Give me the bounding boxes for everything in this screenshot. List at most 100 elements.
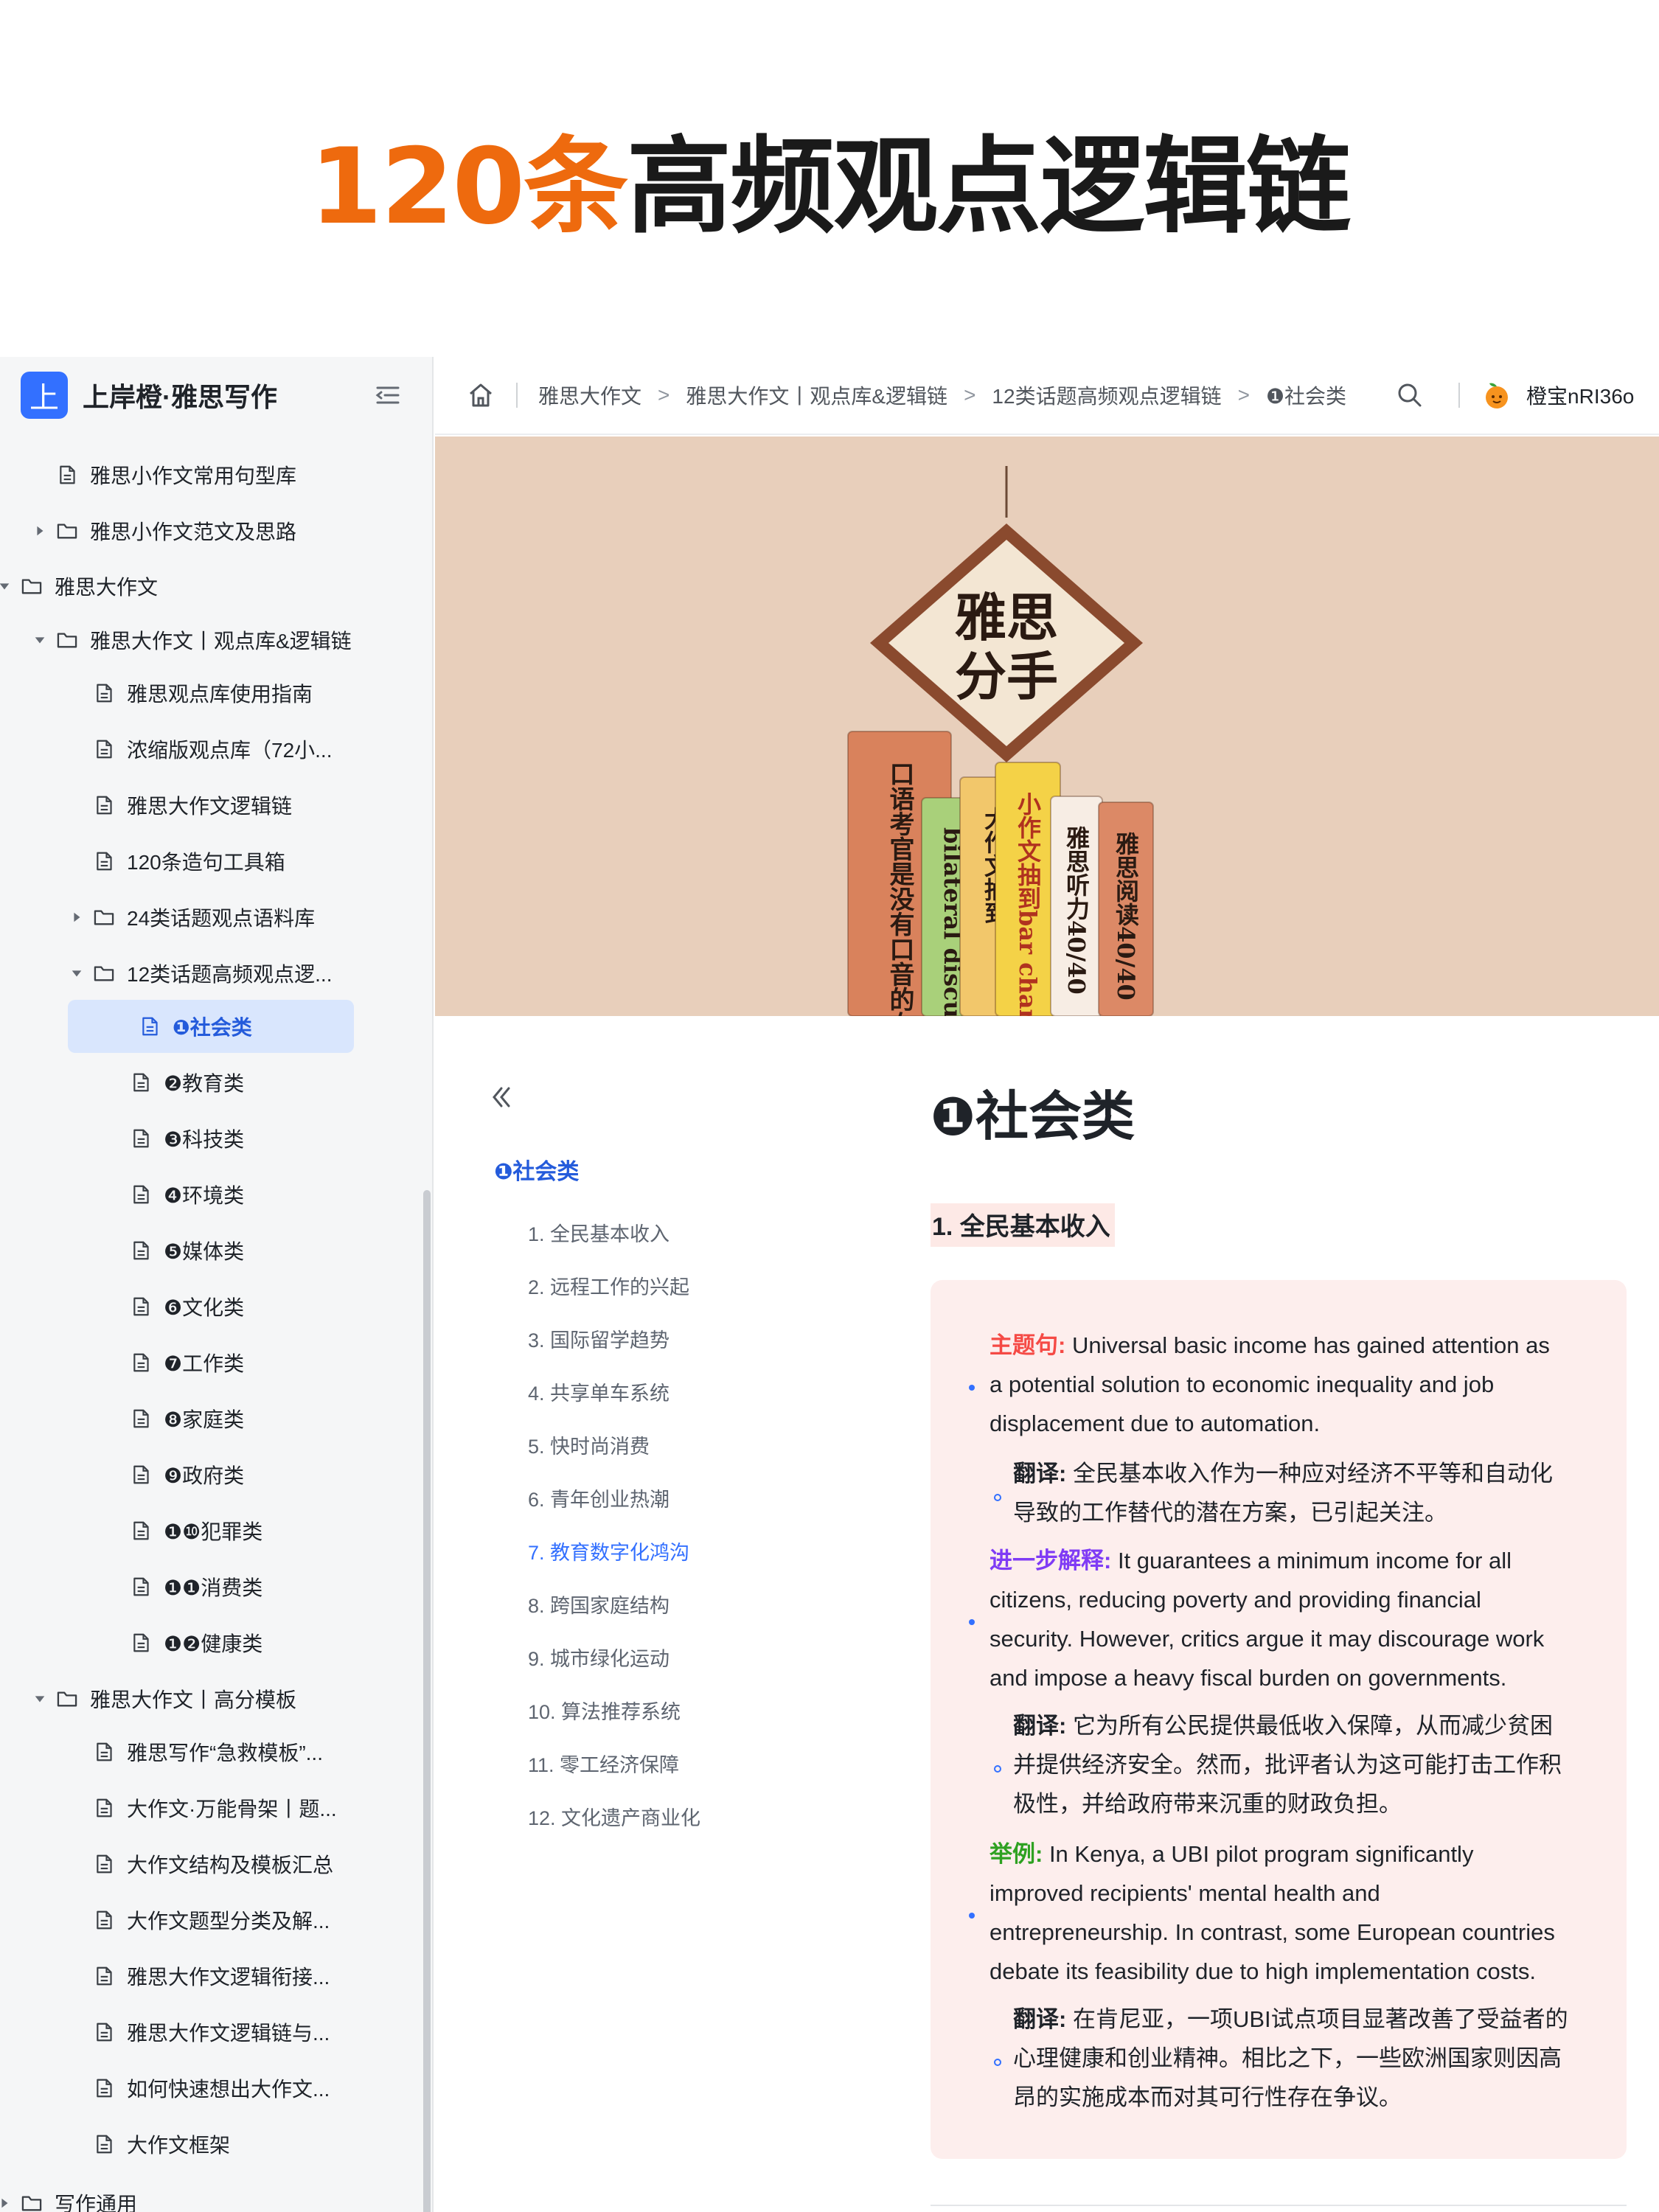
collapse-toc-icon[interactable] bbox=[488, 1084, 515, 1110]
sidebar-doc-item[interactable]: ❽家庭类 bbox=[130, 1398, 244, 1439]
toc-item[interactable]: 7. 教育数字化鸿沟 bbox=[528, 1537, 689, 1565]
toc-item[interactable]: 9. 城市绿化运动 bbox=[528, 1643, 669, 1672]
text: 在肯尼亚，一项UBI试点项目显著改善了受益者的 bbox=[1066, 2006, 1568, 2032]
toc-item[interactable]: 10. 算法推荐系统 bbox=[528, 1696, 681, 1725]
explanation-label: 进一步解释: bbox=[990, 1548, 1112, 1573]
sidebar-doc-item[interactable]: ❻文化类 bbox=[130, 1286, 244, 1327]
chevron-down-icon[interactable] bbox=[29, 630, 50, 650]
chevron-down-icon[interactable] bbox=[66, 963, 87, 984]
breadcrumb-separator: > bbox=[1237, 383, 1250, 406]
toc-item[interactable]: 5. 快时尚消费 bbox=[528, 1430, 650, 1459]
sidebar-doc-item[interactable]: 大作文结构及模板汇总 bbox=[93, 1843, 333, 1885]
sidebar-doc-item[interactable]: 雅思大作文逻辑链与... bbox=[93, 2011, 330, 2053]
search-icon[interactable] bbox=[1395, 380, 1425, 410]
list-bullet bbox=[994, 1494, 1001, 1501]
sidebar-folder-item[interactable]: 雅思大作文丨高分模板 bbox=[29, 1678, 296, 1719]
chevron-right-icon[interactable] bbox=[66, 907, 87, 928]
sidebar-doc-item[interactable]: ❼工作类 bbox=[130, 1342, 244, 1383]
sidebar-doc-item[interactable]: 浓缩版观点库（72小... bbox=[93, 728, 332, 770]
document-icon bbox=[93, 681, 115, 705]
document-icon bbox=[130, 1239, 152, 1262]
toc-heading[interactable]: ❶社会类 bbox=[494, 1153, 579, 1186]
sidebar-doc-item[interactable]: 雅思小作文常用句型库 bbox=[56, 454, 296, 495]
chevron-down-icon[interactable] bbox=[0, 576, 15, 597]
breadcrumb-separator: > bbox=[964, 383, 976, 406]
sidebar-doc-item[interactable]: 120条造句工具箱 bbox=[93, 841, 285, 882]
chevron-right-icon[interactable] bbox=[0, 2193, 15, 2212]
toc-item[interactable]: 8. 跨国家庭结构 bbox=[528, 1590, 669, 1618]
sidebar-doc-item[interactable]: ❾政府类 bbox=[130, 1454, 244, 1495]
sidebar-item-label: ❸科技类 bbox=[164, 1128, 245, 1151]
text: 全民基本收入作为一种应对经济不平等和自动化 bbox=[1066, 1461, 1553, 1486]
breadcrumb-item-current[interactable]: ❶社会类 bbox=[1266, 380, 1346, 410]
document-icon bbox=[93, 1796, 115, 1820]
space-logo[interactable]: 上 bbox=[21, 372, 68, 419]
chevron-down-icon[interactable] bbox=[29, 1688, 50, 1709]
sidebar-doc-item[interactable]: 雅思大作文逻辑链 bbox=[93, 785, 292, 826]
text: security. However, critics argue it may … bbox=[990, 1626, 1545, 1652]
document-icon bbox=[93, 1852, 115, 1876]
space-title[interactable]: 上岸橙·雅思写作 bbox=[83, 376, 277, 414]
toc-item[interactable]: 1. 全民基本收入 bbox=[528, 1218, 669, 1247]
sidebar-doc-item[interactable]: 雅思观点库使用指南 bbox=[93, 672, 313, 714]
text: and impose a heavy fiscal burden on gove… bbox=[990, 1665, 1507, 1691]
breadcrumb-item[interactable]: 雅思大作文丨观点库&逻辑链 bbox=[686, 380, 947, 410]
example-label: 举例: bbox=[990, 1841, 1043, 1867]
collapse-sidebar-icon[interactable] bbox=[373, 380, 403, 410]
toc-item[interactable]: 2. 远程工作的兴起 bbox=[528, 1271, 689, 1300]
sidebar-doc-item[interactable]: ❶❿犯罪类 bbox=[130, 1510, 262, 1551]
toc-item[interactable]: 6. 青年创业热潮 bbox=[528, 1484, 669, 1512]
toc-item[interactable]: 4. 共享单车系统 bbox=[528, 1377, 669, 1406]
sidebar-doc-item[interactable]: 如何快速想出大作文... bbox=[93, 2067, 330, 2109]
text: It guarantees a minimum income for all bbox=[1111, 1548, 1512, 1573]
sidebar-doc-item[interactable]: 雅思写作“急救模板”... bbox=[93, 1731, 323, 1773]
sidebar-item-label: 雅思大作文逻辑链 bbox=[127, 795, 293, 818]
sidebar-folder-item[interactable]: 雅思大作文丨观点库&逻辑链 bbox=[29, 619, 352, 661]
sidebar-doc-item[interactable]: ❶社会类 bbox=[68, 1000, 354, 1053]
document-icon bbox=[130, 1295, 152, 1318]
document-icon bbox=[93, 2020, 115, 2044]
toc-item[interactable]: 12. 文化遗产商业化 bbox=[528, 1802, 700, 1831]
chevron-right-icon[interactable] bbox=[29, 521, 50, 541]
sidebar-doc-item[interactable]: 大作文框架 bbox=[93, 2124, 230, 2165]
cover-books: 口语考官是没有口音的女菩萨bilateral discussion大作文抽到小作… bbox=[847, 731, 1154, 1016]
orange-avatar-icon[interactable] bbox=[1482, 380, 1512, 410]
breadcrumb-item[interactable]: 12类话题高频观点逻辑链 bbox=[992, 380, 1221, 410]
sidebar-doc-item[interactable]: 大作文·万能骨架丨题... bbox=[93, 1787, 337, 1829]
sidebar-folder-item[interactable]: 24类话题观点语料库 bbox=[66, 897, 315, 938]
sidebar-doc-item[interactable]: ❺媒体类 bbox=[130, 1230, 244, 1271]
sidebar-item-label: 大作文结构及模板汇总 bbox=[127, 1854, 334, 1877]
sidebar-item-label: ❶社会类 bbox=[173, 1016, 252, 1039]
document-icon bbox=[93, 793, 115, 817]
topic-sentence: 主题句: Universal basic income has gained a… bbox=[990, 1326, 1609, 1443]
sidebar-doc-item[interactable]: ❷教育类 bbox=[130, 1062, 244, 1103]
sidebar-folder-item[interactable]: 雅思大作文 bbox=[0, 566, 158, 607]
sidebar-folder-item[interactable]: 12类话题高频观点逻... bbox=[66, 953, 332, 994]
folder-icon bbox=[21, 2191, 43, 2212]
home-icon[interactable] bbox=[466, 380, 495, 410]
document-icon bbox=[139, 1015, 161, 1038]
sidebar-doc-item[interactable]: 大作文题型分类及解... bbox=[93, 1899, 330, 1941]
sidebar-folder-item[interactable]: 雅思小作文范文及思路 bbox=[29, 510, 296, 552]
sidebar-item-label: ❶❿犯罪类 bbox=[164, 1520, 263, 1543]
toc-item[interactable]: 11. 零工经济保障 bbox=[528, 1749, 679, 1778]
sidebar-scrollbar[interactable] bbox=[423, 1190, 431, 2212]
breadcrumb-item[interactable]: 雅思大作文 bbox=[538, 380, 641, 410]
sidebar-doc-item[interactable]: ❶❶消费类 bbox=[130, 1566, 262, 1607]
user-name[interactable]: 橙宝nRI36o bbox=[1526, 380, 1634, 410]
divider bbox=[516, 383, 518, 408]
toc-item[interactable]: 3. 国际留学趋势 bbox=[528, 1324, 669, 1353]
cover-illustration: 雅思 分手 口语考官是没有口音的女菩萨bilateral discussion大… bbox=[847, 466, 1154, 1016]
topic-translation: 翻译: 全民基本收入作为一种应对经济不平等和自动化 导致的工作替代的潜在方案，已… bbox=[1013, 1454, 1618, 1532]
sidebar-folder-item[interactable]: 写作通用 bbox=[0, 2183, 137, 2212]
sidebar-item-label: ❻文化类 bbox=[164, 1296, 245, 1319]
sidebar-doc-item[interactable]: ❹环境类 bbox=[130, 1174, 244, 1215]
cover-image: 雅思 分手 口语考官是没有口音的女菩萨bilateral discussion大… bbox=[435, 437, 1659, 1016]
list-bullet bbox=[969, 1385, 975, 1391]
sidebar-doc-item[interactable]: 雅思大作文逻辑衔接... bbox=[93, 1955, 330, 1997]
sidebar-doc-item[interactable]: ❸科技类 bbox=[130, 1118, 244, 1159]
cover-sign-line: 雅思 bbox=[955, 587, 1058, 648]
sidebar-doc-item[interactable]: ❶❷健康类 bbox=[130, 1622, 262, 1663]
sidebar-item-label: ❼工作类 bbox=[164, 1352, 245, 1375]
document-icon bbox=[130, 1351, 152, 1374]
